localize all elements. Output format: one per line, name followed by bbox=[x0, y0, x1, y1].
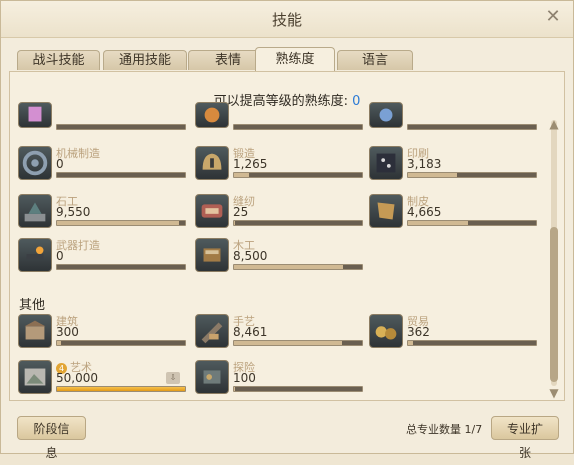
skill-icon bbox=[18, 102, 52, 128]
anvil-icon bbox=[18, 238, 52, 272]
skill-icon bbox=[369, 102, 403, 128]
exploration-icon bbox=[195, 360, 229, 394]
proficiency-summary: 可以提高等级的熟练度: 0 bbox=[10, 90, 564, 109]
skill-progress-fill bbox=[57, 221, 179, 225]
skill-value: 3,183 bbox=[407, 157, 442, 171]
art-icon bbox=[18, 360, 52, 394]
skill-progress-fill bbox=[234, 387, 236, 391]
section-title-other: 其他 bbox=[19, 298, 46, 313]
title-bar: 技能 ✕ bbox=[1, 1, 573, 38]
helmet-icon bbox=[195, 146, 229, 180]
skill-progress-bar bbox=[407, 220, 537, 226]
skill-art: 4 艺术 50,000 ⇩ bbox=[18, 360, 188, 402]
skill-progress-bar bbox=[56, 340, 186, 346]
window-title: 技能 bbox=[271, 11, 302, 29]
craft-icon bbox=[195, 314, 229, 348]
chevron-down-icon[interactable]: ▼ bbox=[547, 386, 561, 400]
skill-handicraft: 手艺 8,461 bbox=[195, 314, 365, 356]
skill-value: 4,665 bbox=[407, 205, 442, 219]
skill-value: 8,500 bbox=[233, 249, 268, 263]
download-icon[interactable]: ⇩ bbox=[166, 372, 180, 384]
leather-icon bbox=[369, 194, 403, 228]
proficiency-label: 可以提高等级的熟练度: bbox=[213, 94, 348, 109]
skill-printing: 印刷 3,183 bbox=[369, 146, 539, 188]
skill-sewing: 缝纫 25 bbox=[195, 194, 365, 236]
gear-icon bbox=[18, 146, 52, 180]
skill-exploration: 探险 100 bbox=[195, 360, 365, 402]
skill-progress-bar bbox=[233, 124, 363, 130]
skill-value: 0 bbox=[56, 249, 64, 263]
tab-language[interactable]: 语言 bbox=[337, 50, 413, 70]
skill-progress-bar bbox=[56, 172, 186, 178]
skill-progress-fill bbox=[234, 221, 236, 225]
profession-expand-button[interactable]: 专业扩张 bbox=[491, 416, 559, 460]
skill-trade: 贸易 362 bbox=[369, 314, 539, 356]
skill-progress-bar bbox=[56, 220, 186, 226]
skill-value: 362 bbox=[407, 325, 430, 339]
skill-value: 25 bbox=[233, 205, 249, 219]
skills-window: 技能 ✕ 战斗技能 通用技能 表情 熟练度 语言 可以提高等级的熟练度: 0 机… bbox=[0, 0, 574, 460]
skill-progress-fill bbox=[234, 173, 250, 177]
skill-value: 100 bbox=[233, 371, 256, 385]
close-icon[interactable]: ✕ bbox=[543, 7, 563, 27]
skill-leather: 制皮 4,665 bbox=[369, 194, 539, 236]
skill-value: 8,461 bbox=[233, 325, 268, 339]
skill-forging: 锻造 1,265 bbox=[195, 146, 365, 188]
skill-icon bbox=[195, 102, 229, 128]
skill-progress-bar bbox=[407, 124, 537, 130]
skill-progress-fill bbox=[408, 173, 457, 177]
stage-info-button[interactable]: 阶段信息 bbox=[17, 416, 86, 460]
skill-weaponsmith: 武器打造 0 bbox=[18, 238, 188, 280]
tab-general-skills[interactable]: 通用技能 bbox=[103, 50, 187, 70]
scroll-thumb[interactable] bbox=[550, 227, 558, 382]
book-icon bbox=[369, 146, 403, 180]
skill-progress-fill bbox=[57, 387, 185, 391]
trade-icon bbox=[369, 314, 403, 348]
skill-value: 300 bbox=[56, 325, 79, 339]
skill-progress-fill bbox=[234, 341, 342, 345]
skill-progress-fill bbox=[234, 265, 343, 269]
skill-progress-bar bbox=[407, 172, 537, 178]
tab-combat-skills[interactable]: 战斗技能 bbox=[17, 50, 100, 70]
sewing-icon bbox=[195, 194, 229, 228]
tab-proficiency[interactable]: 熟练度 bbox=[255, 47, 335, 71]
skill-progress-bar bbox=[407, 340, 537, 346]
skill-construction: 建筑 300 bbox=[18, 314, 188, 356]
profession-count: 总专业数量 1/7 bbox=[406, 423, 483, 436]
skill-progress-bar bbox=[56, 264, 186, 270]
skill-progress-bar bbox=[233, 340, 363, 346]
skill-value: 0 bbox=[56, 157, 64, 171]
woodwork-icon bbox=[195, 238, 229, 272]
skill-value: 1,265 bbox=[233, 157, 268, 171]
proficiency-value: 0 bbox=[352, 94, 361, 109]
skill-progress-bar bbox=[233, 386, 363, 392]
stonecutter-icon bbox=[18, 194, 52, 228]
skill-value: 9,550 bbox=[56, 205, 91, 219]
skill-progress-fill bbox=[408, 341, 414, 345]
skill-progress-fill bbox=[57, 341, 61, 345]
chevron-up-icon[interactable]: ▲ bbox=[547, 117, 561, 131]
skill-progress-bar bbox=[233, 172, 363, 178]
skill-masonry: 石工 9,550 bbox=[18, 194, 188, 236]
skill-progress-bar bbox=[56, 124, 186, 130]
skill-progress-bar bbox=[233, 264, 363, 270]
proficiency-panel: 可以提高等级的熟练度: 0 机械制造 0 锻造 1,265 印刷 3,183 石… bbox=[9, 71, 565, 401]
skill-progress-fill bbox=[408, 221, 469, 225]
skill-value: 50,000 bbox=[56, 371, 98, 385]
skill-progress-bar bbox=[56, 386, 186, 392]
skill-progress-bar bbox=[233, 220, 363, 226]
skill-woodwork: 木工 8,500 bbox=[195, 238, 365, 280]
building-icon bbox=[18, 314, 52, 348]
skill-mechanical: 机械制造 0 bbox=[18, 146, 188, 188]
